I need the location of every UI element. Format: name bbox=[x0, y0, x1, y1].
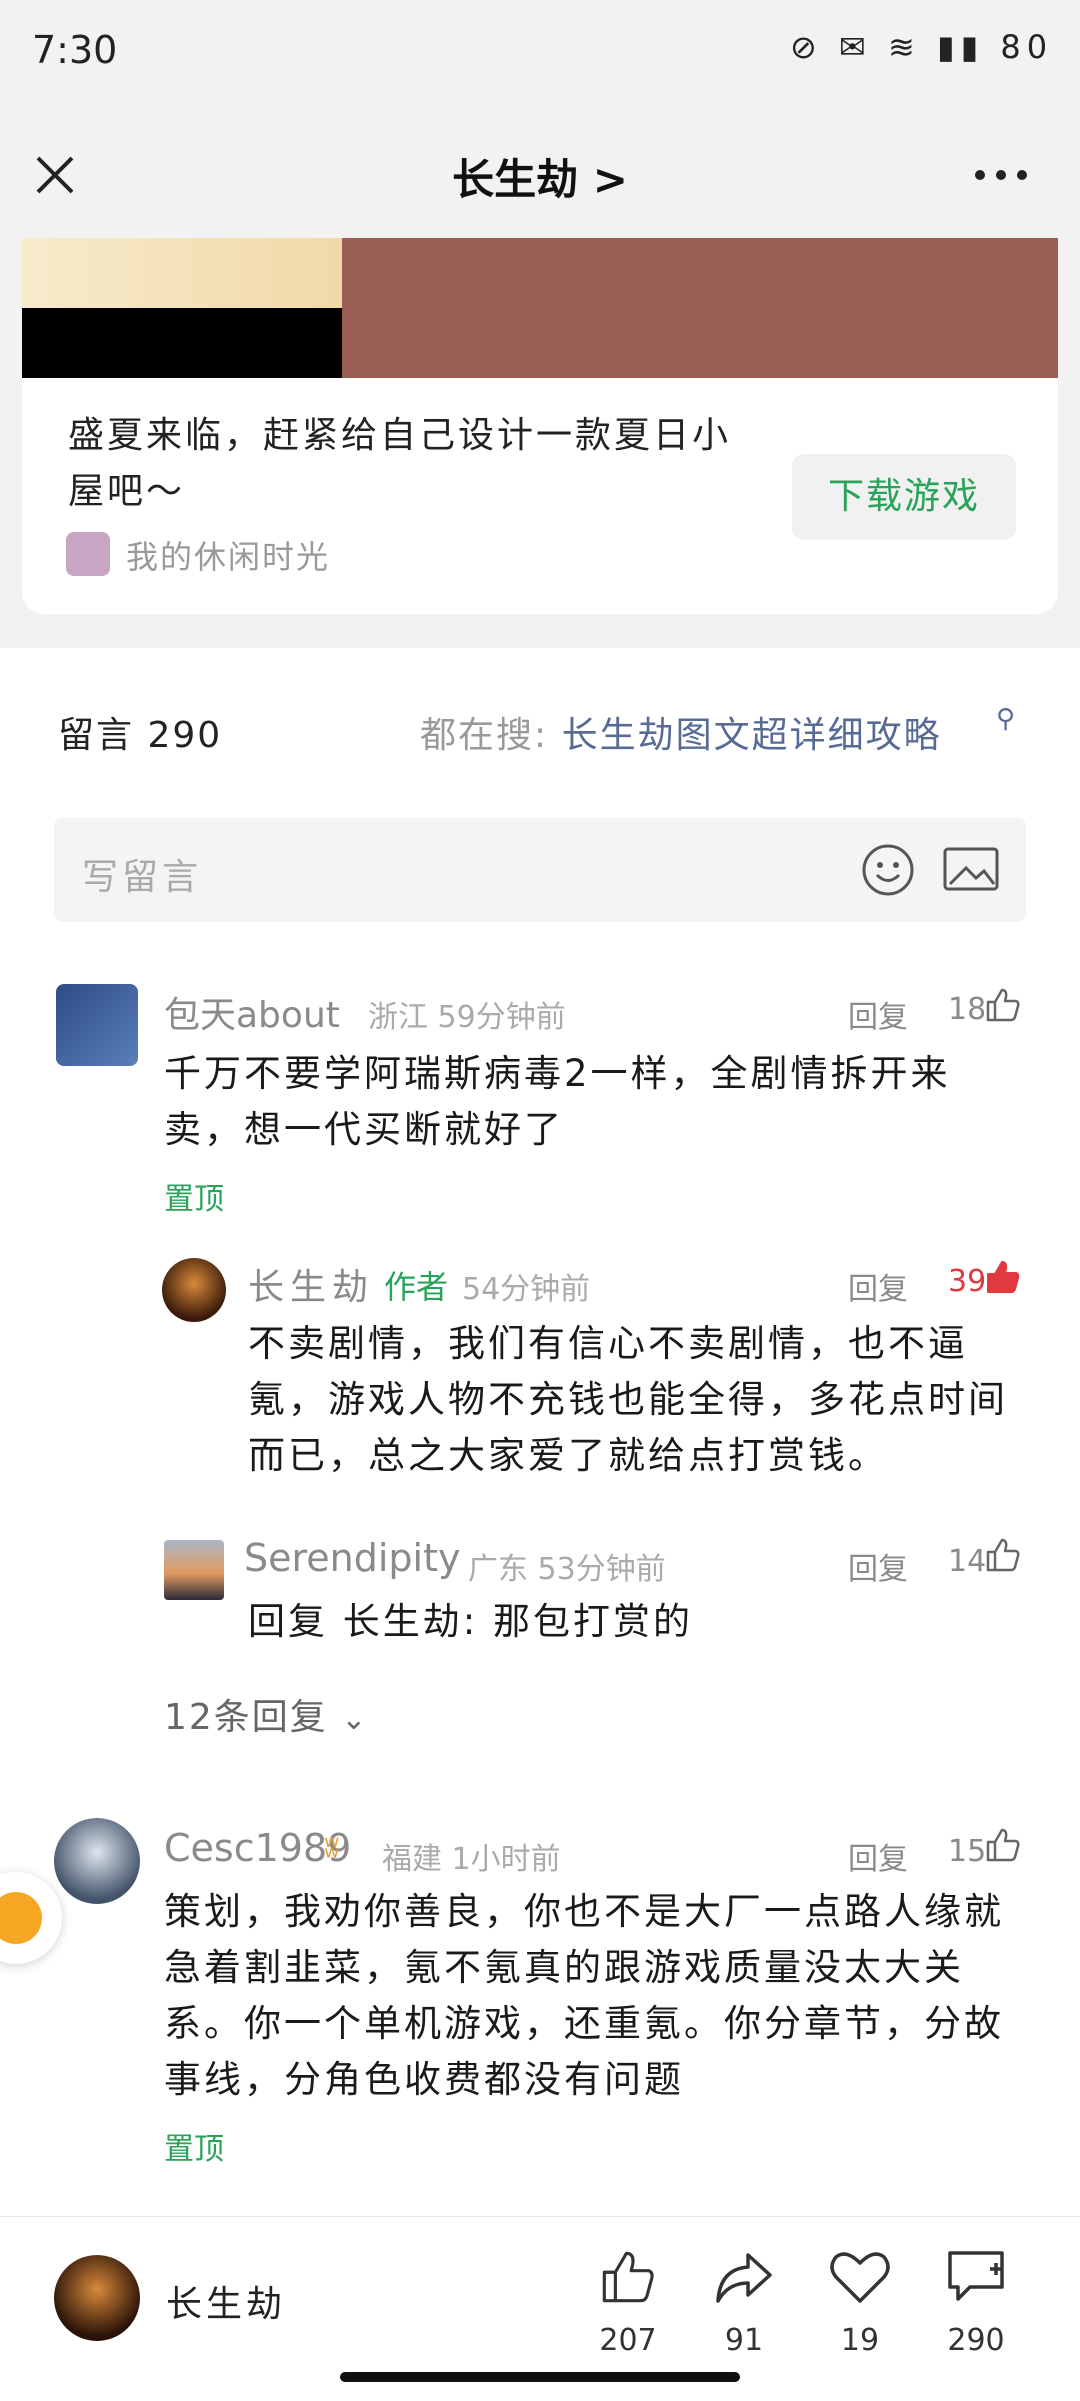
home-indicator[interactable] bbox=[340, 2372, 740, 2382]
comment-text: 策划，我劝你善良，你也不是大厂一点路人缘就急着割韭菜，氪不氪真的跟游戏质量没太大… bbox=[164, 1890, 1004, 2101]
like-article-button[interactable] bbox=[596, 2247, 660, 2311]
search-hint-term[interactable]: 长生劫图文超详细攻略 bbox=[562, 715, 942, 756]
comment-meta: 浙江 59分钟前 bbox=[368, 1000, 566, 1035]
search-hint[interactable]: 都在搜: 长生劫图文超详细攻略 bbox=[420, 706, 942, 758]
heart-icon bbox=[830, 2252, 890, 2303]
like-button-active[interactable] bbox=[984, 1258, 1022, 1300]
like-count: 18 bbox=[948, 992, 987, 1027]
reply-meta: 广东 53分钟前 bbox=[468, 1552, 666, 1587]
pinned-label: 置顶 bbox=[164, 2132, 224, 2167]
comment-button[interactable] bbox=[944, 2247, 1008, 2311]
commenter-avatar[interactable] bbox=[56, 984, 138, 1066]
thumbs-up-icon bbox=[986, 1538, 1020, 1572]
favorite-button[interactable] bbox=[828, 2247, 892, 2311]
like-button[interactable] bbox=[984, 1826, 1022, 1868]
author-tag: 作者 bbox=[384, 1268, 449, 1306]
write-comment-placeholder: 写留言 bbox=[82, 857, 203, 898]
banner-dark-strip bbox=[22, 308, 342, 378]
emoji-icon[interactable] bbox=[860, 842, 916, 898]
like-count: 39 bbox=[948, 1264, 987, 1299]
reply-author-name[interactable]: 长生劫 bbox=[248, 1258, 374, 1310]
favorite-count: 19 bbox=[840, 2323, 880, 2358]
share-count: 91 bbox=[724, 2323, 764, 2358]
thumbs-up-icon bbox=[986, 1828, 1020, 1862]
thumbs-up-filled-icon bbox=[987, 1261, 1020, 1293]
account-name[interactable]: 长生劫 bbox=[166, 2275, 286, 2327]
image-icon[interactable] bbox=[942, 844, 1000, 894]
search-hint-prefix: 都在搜: bbox=[420, 715, 549, 756]
badge-icon: ʬ bbox=[324, 1830, 340, 1865]
like-button[interactable] bbox=[984, 986, 1022, 1028]
chevron-down-icon: ⌄ bbox=[341, 1702, 369, 1737]
more-replies-button[interactable]: 12条回复 ⌄ bbox=[164, 1688, 368, 1740]
status-time: 7:30 bbox=[32, 28, 118, 72]
like-count: 14 bbox=[948, 1544, 987, 1579]
search-icon: ⚲ bbox=[996, 704, 1016, 734]
author-avatar[interactable] bbox=[162, 1258, 226, 1322]
page-title[interactable]: 长生劫 > bbox=[0, 146, 1080, 207]
status-icons: ⊘ ✉ ≋ ▮▮ 80 bbox=[790, 28, 1054, 66]
account-avatar[interactable] bbox=[54, 2255, 140, 2341]
comment-add-icon bbox=[948, 2251, 1004, 2301]
reply-button[interactable]: 回复 bbox=[848, 1834, 908, 1878]
like-button[interactable] bbox=[984, 1536, 1022, 1578]
commenter-name[interactable]: 包天about bbox=[164, 986, 340, 1038]
banner-color-block bbox=[342, 238, 1058, 378]
more-icon bbox=[975, 170, 1027, 180]
reply-button[interactable]: 回复 bbox=[848, 1544, 908, 1588]
comment-count-label: 留言 290 bbox=[58, 715, 223, 756]
like-count: 15 bbox=[948, 1834, 987, 1869]
article-description: 盛夏来临，赶紧给自己设计一款夏日小屋吧～ bbox=[68, 415, 732, 512]
download-game-button[interactable]: 下载游戏 bbox=[792, 454, 1016, 540]
account-avatar bbox=[66, 532, 110, 576]
replier-avatar[interactable] bbox=[164, 1540, 224, 1600]
article-card[interactable]: 盛夏来临，赶紧给自己设计一款夏日小屋吧～ 我的休闲时光 下载游戏 bbox=[22, 378, 1058, 614]
reply-text: 回复 长生劫: 那包打赏的 bbox=[248, 1600, 693, 1643]
floating-action-button[interactable] bbox=[0, 1872, 62, 1964]
thumbs-up-icon bbox=[602, 2251, 654, 2303]
floating-badge-icon bbox=[0, 1892, 42, 1944]
replier-name[interactable]: Serendipity bbox=[244, 1536, 461, 1580]
comment-meta: 福建 1小时前 bbox=[382, 1842, 561, 1877]
comment-text: 千万不要学阿瑞斯病毒2一样，全剧情拆开来卖，想一代买断就好了 bbox=[164, 1052, 951, 1151]
comment-count: 290 bbox=[947, 2323, 1005, 2358]
pinned-label: 置顶 bbox=[164, 1182, 224, 1217]
reply-text: 不卖剧情，我们有信心不卖剧情，也不逼氪，游戏人物不充钱也能全得，多花点时间而已，… bbox=[248, 1322, 1008, 1477]
reply-button[interactable]: 回复 bbox=[848, 992, 908, 1036]
commenter-avatar[interactable] bbox=[54, 1818, 140, 1904]
account-name[interactable]: 我的休闲时光 bbox=[126, 532, 330, 578]
reply-button[interactable]: 回复 bbox=[848, 1264, 908, 1308]
like-article-count: 207 bbox=[599, 2323, 657, 2358]
more-button[interactable] bbox=[966, 150, 1036, 200]
share-button[interactable] bbox=[712, 2247, 776, 2311]
share-icon bbox=[716, 2253, 772, 2303]
thumbs-up-icon bbox=[986, 988, 1020, 1022]
reply-meta: 54分钟前 bbox=[462, 1272, 591, 1307]
more-replies-label: 12条回复 bbox=[164, 1697, 328, 1738]
write-comment-input[interactable]: 写留言 bbox=[54, 818, 1026, 922]
article-banner-image bbox=[22, 238, 1058, 378]
